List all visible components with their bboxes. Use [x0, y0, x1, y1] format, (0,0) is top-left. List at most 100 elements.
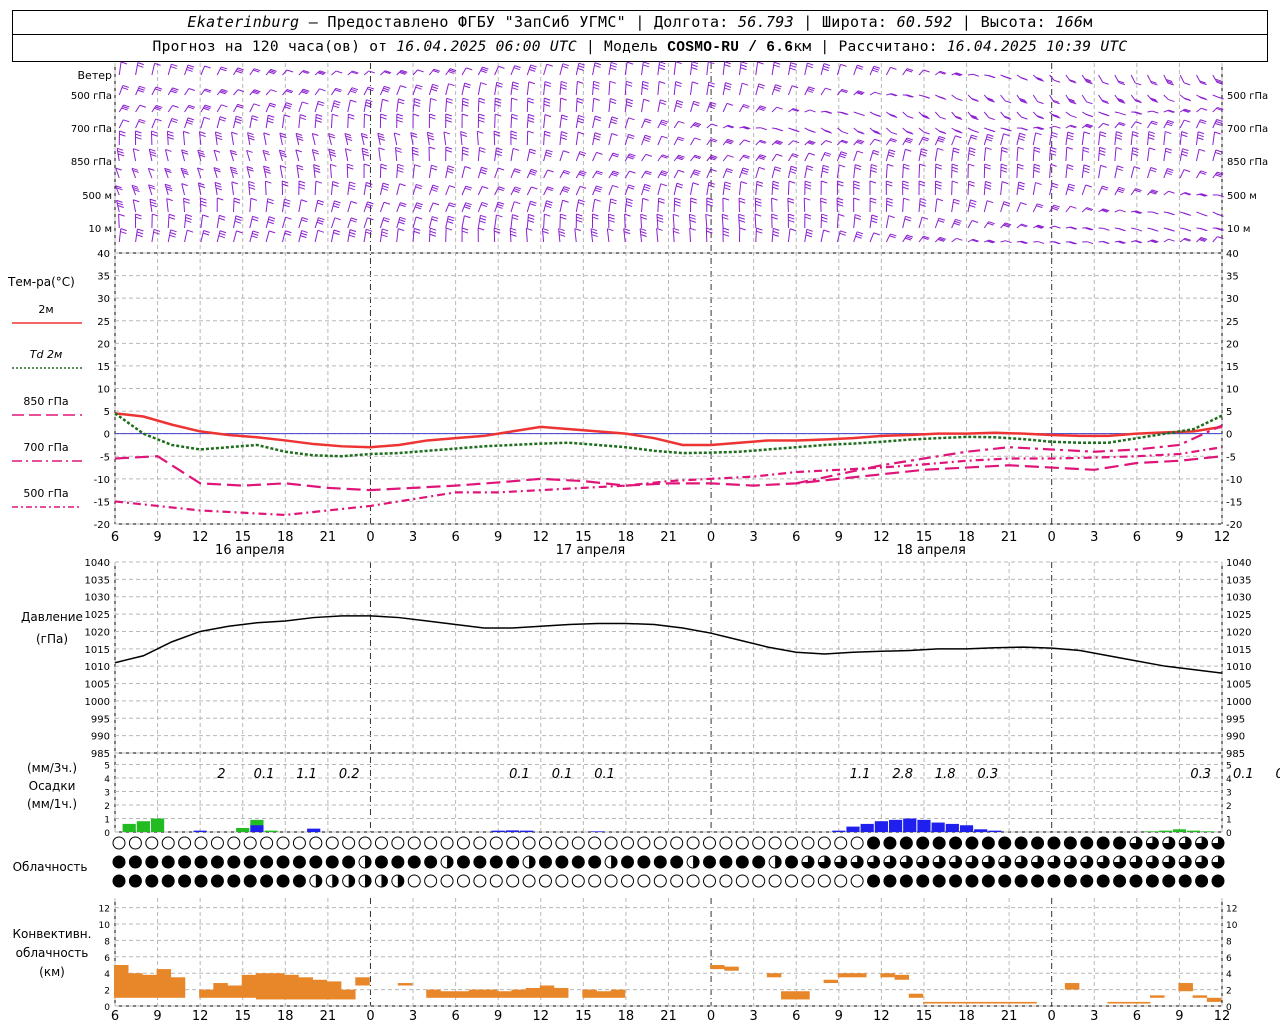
barb-feather	[1118, 186, 1126, 190]
cloud-symbol	[358, 855, 372, 869]
barb-feather	[314, 170, 321, 174]
wind-barb	[396, 85, 407, 96]
cloud-circle	[883, 874, 897, 888]
wind-barb	[722, 82, 732, 96]
barb-feather	[594, 62, 602, 66]
barb-feather	[905, 215, 912, 219]
barb-feather	[464, 204, 472, 208]
wind-barb	[510, 147, 520, 162]
barb-shaft	[1065, 132, 1069, 146]
barb-feather	[789, 67, 796, 71]
barb-feather	[987, 128, 995, 132]
barb-shaft	[608, 98, 611, 113]
cloud-symbol	[571, 855, 585, 869]
wind-barb	[1212, 131, 1221, 146]
wind-level-label: 500 м	[82, 191, 112, 202]
hour-tick-label: 3	[1090, 530, 1098, 545]
barb-shaft	[755, 83, 760, 96]
barb-feather	[858, 113, 865, 117]
wind-barb	[820, 140, 832, 146]
barb-shaft	[608, 152, 614, 162]
cloud-circle	[817, 836, 831, 850]
barb-feather	[902, 186, 909, 190]
wind-barb	[885, 215, 895, 229]
wind-barb	[428, 68, 440, 76]
barb-feather	[298, 183, 306, 187]
wind-barb	[902, 137, 914, 146]
wind-barb	[134, 130, 142, 146]
barb-feather	[464, 187, 472, 191]
barb-feather	[820, 200, 827, 204]
barb-feather	[214, 181, 222, 185]
wind-barb	[1016, 94, 1028, 104]
barb-feather	[478, 113, 485, 117]
barb-feather	[870, 197, 877, 201]
precip-tick-label: 5	[1226, 762, 1232, 772]
barb-shaft	[690, 81, 693, 96]
wind-barb	[739, 139, 751, 146]
barb-shaft	[804, 152, 810, 162]
wind-barb	[1163, 227, 1175, 232]
wind-barb	[787, 153, 799, 162]
wind-barb	[1163, 211, 1175, 216]
wind-barb	[1081, 94, 1093, 105]
barb-shaft	[330, 181, 334, 196]
wind-barb	[755, 61, 764, 76]
barb-feather	[462, 100, 469, 104]
barb-feather	[122, 84, 130, 88]
barb-feather	[673, 230, 680, 234]
wind-barb	[706, 154, 718, 162]
conv-tick-label: 12	[99, 905, 110, 915]
barb-feather	[252, 115, 259, 119]
barb-feather	[432, 216, 439, 220]
cloud-symbol	[768, 874, 782, 888]
barb-feather	[333, 232, 340, 236]
cloud-symbol	[194, 836, 208, 850]
barb-feather	[251, 117, 258, 121]
precip-bar	[1158, 830, 1172, 832]
conv-tick-label: 6	[1226, 954, 1232, 964]
barb-shaft	[200, 214, 204, 229]
cloud-circle	[276, 836, 290, 850]
cloud-symbol	[965, 855, 979, 869]
hour-tick-label: 3	[409, 530, 417, 545]
barb-feather	[642, 80, 649, 84]
barb-feather	[153, 228, 161, 232]
wind-barb	[233, 197, 241, 213]
wind-barb	[706, 138, 718, 146]
barb-feather	[200, 203, 207, 207]
barb-shaft	[656, 228, 659, 243]
barb-shaft	[525, 228, 528, 243]
barb-feather	[839, 155, 846, 159]
barb-feather	[984, 166, 991, 170]
barb-shaft	[151, 229, 155, 243]
cloud-symbol	[703, 874, 717, 888]
barb-shaft	[543, 98, 545, 113]
wind-barb	[1179, 74, 1191, 86]
barb-shaft	[132, 199, 137, 213]
barb-feather	[645, 153, 653, 157]
convective-bar	[355, 977, 370, 986]
wind-barb	[575, 97, 584, 113]
barb-feather	[806, 165, 814, 169]
barb-feather	[1215, 120, 1222, 124]
temp-tick-label: 10	[97, 385, 110, 396]
cloud-symbol	[1031, 855, 1045, 869]
convective-bar	[582, 989, 597, 998]
temperature-title: Тем-ра(°C)	[7, 275, 75, 289]
cloud-circle	[128, 855, 142, 869]
wind-barb	[771, 84, 782, 96]
barb-feather	[626, 80, 633, 84]
wind-barb	[132, 148, 140, 162]
barb-feather	[480, 204, 488, 208]
cloud-circle	[473, 836, 487, 850]
barb-feather	[676, 182, 684, 186]
wind-barb	[1000, 201, 1011, 213]
day-label: 16 апреля	[215, 543, 285, 558]
convective-bar	[440, 991, 455, 998]
barb-feather	[432, 83, 439, 87]
convective-bar	[781, 991, 796, 1000]
barb-feather	[397, 166, 404, 170]
barb-feather	[825, 87, 832, 91]
barb-feather	[674, 203, 681, 207]
